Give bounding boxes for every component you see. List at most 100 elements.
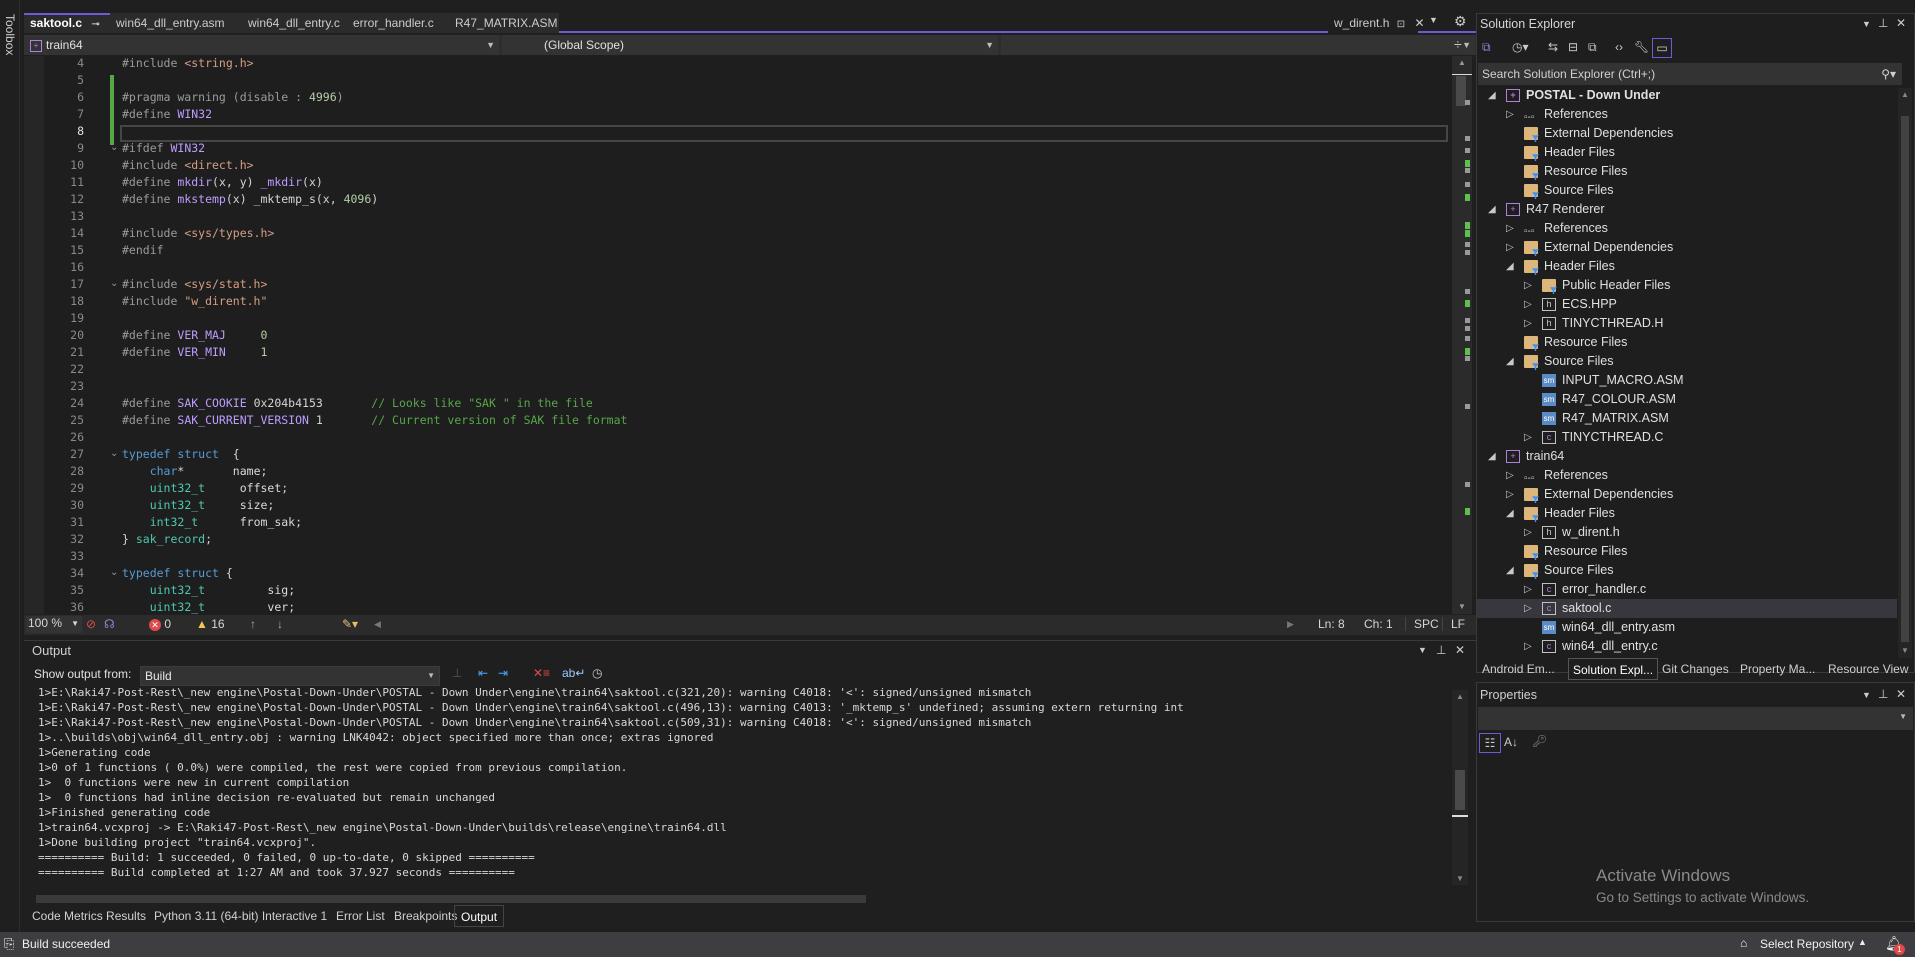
tab-breakpoints[interactable]: Breakpoints — [388, 905, 463, 927]
fold-chevron-icon[interactable]: ⌄ — [110, 448, 118, 459]
show-all-files-icon[interactable]: ⧉ — [1588, 40, 1597, 55]
go-to-previous-message-icon[interactable]: ⇤ — [478, 666, 488, 680]
tab-error-handler-c[interactable]: error_handler.c — [347, 13, 449, 33]
tree-item[interactable]: Resource Files — [1477, 333, 1897, 352]
split-editor-icon[interactable]: ÷ — [1454, 36, 1462, 52]
close-icon[interactable]: ✕ — [1896, 16, 1906, 30]
code-line[interactable]: #pragma warning (disable : 4996) — [122, 90, 344, 104]
pin-icon[interactable]: ⊥ — [1878, 16, 1888, 30]
clear-all-icon[interactable]: ✕≡ — [533, 666, 550, 680]
property-pages-icon[interactable]: 🔑︎ — [1532, 734, 1547, 748]
tree-item[interactable]: ◢ Source Files — [1477, 352, 1897, 371]
panel-options-icon[interactable]: ▼ — [1418, 645, 1427, 655]
preview-selected-items-icon[interactable]: ▭ — [1652, 38, 1672, 58]
tree-item[interactable]: ◢ Source Files — [1477, 561, 1897, 580]
properties-wrench-icon[interactable]: 🔧︎ — [1634, 40, 1649, 54]
code-line[interactable]: char* name; — [122, 464, 268, 478]
code-line[interactable]: #include <sys/stat.h> — [122, 277, 267, 291]
code-line[interactable]: #define WIN32 — [122, 107, 212, 121]
tab-code-metrics-results[interactable]: Code Metrics Results — [26, 905, 152, 927]
error-count[interactable]: ✕ 0 — [149, 617, 171, 631]
collapse-all-icon[interactable]: ⊟ — [1568, 40, 1578, 54]
next-issue-icon[interactable]: ↓ — [277, 617, 283, 631]
scroll-thumb[interactable] — [1901, 116, 1909, 642]
expand-arrow-icon[interactable]: ▷ — [1506, 105, 1514, 124]
tree-item[interactable]: ▷ c win64_dll_entry.c — [1477, 637, 1897, 656]
tree-item[interactable]: ▷ External Dependencies — [1477, 485, 1897, 504]
code-line[interactable]: #ifdef WIN32 — [122, 141, 205, 155]
whitespace-mode[interactable]: SPC — [1405, 617, 1439, 631]
scroll-down-icon[interactable]: ▼ — [1901, 646, 1909, 655]
tree-item[interactable]: ◢ Header Files — [1477, 504, 1897, 523]
code-line[interactable]: uint32_t offset; — [122, 481, 289, 495]
tree-item[interactable]: sm R47_MATRIX.ASM — [1477, 409, 1897, 428]
toolbox-strip[interactable]: Toolbox — [0, 0, 20, 940]
keep-open-icon[interactable]: ⊡ — [1397, 19, 1405, 30]
scroll-up-icon[interactable]: ▲ — [1901, 90, 1909, 99]
tree-item[interactable]: ▷ h w_dirent.h — [1477, 523, 1897, 542]
scroll-up-icon[interactable]: ▲ — [1456, 692, 1464, 701]
tab-r47-matrix-asm[interactable]: R47_MATRIX.ASM — [449, 13, 559, 33]
expand-arrow-icon[interactable]: ▷ — [1524, 276, 1532, 295]
fold-chevron-icon[interactable]: ⌄ — [110, 142, 118, 153]
tree-item[interactable]: ▷ h TINYCTHREAD.H — [1477, 314, 1897, 333]
tree-item[interactable]: Source Files — [1477, 181, 1897, 200]
output-source-dropdown[interactable]: Build ▼ — [140, 666, 440, 686]
scroll-thumb[interactable] — [1455, 770, 1465, 810]
code-line[interactable]: #define SAK_COOKIE 0x204b4153 // Looks l… — [122, 396, 593, 410]
tree-item[interactable]: ▷ c TINYCTHREAD.C — [1477, 428, 1897, 447]
scroll-up-icon[interactable]: ▲ — [1458, 58, 1466, 67]
code-cleanup-icon[interactable]: ✎▾ — [342, 617, 358, 631]
tab-android-em[interactable]: Android Em... — [1478, 658, 1559, 680]
collapse-arrow-icon[interactable]: ◢ — [1488, 447, 1496, 466]
warning-count[interactable]: ▲ 16 — [196, 617, 225, 631]
tree-item[interactable]: sm win64_dll_entry.asm — [1477, 618, 1897, 637]
pending-changes-filter-icon[interactable]: ◷▾ — [1512, 40, 1529, 54]
clock-icon[interactable]: ◷ — [592, 666, 602, 680]
fold-chevron-icon[interactable]: ⌄ — [110, 567, 118, 578]
expand-arrow-icon[interactable]: ▷ — [1506, 238, 1514, 257]
tree-item[interactable]: ▷ External Dependencies — [1477, 238, 1897, 257]
collapse-arrow-icon[interactable]: ◢ — [1488, 200, 1496, 219]
previous-issue-icon[interactable]: ↑ — [250, 617, 256, 631]
view-code-icon[interactable]: ‹› — [1615, 40, 1623, 54]
pin-icon[interactable]: ⊥ — [1436, 643, 1446, 657]
output-vertical-scrollbar[interactable]: ▲ ▼ — [1452, 690, 1468, 885]
pin-icon[interactable]: ⊸ — [91, 19, 99, 30]
toolbox-label[interactable]: Toolbox — [3, 14, 17, 55]
tree-item[interactable]: sm R47_COLOUR.ASM — [1477, 390, 1897, 409]
member-dropdown[interactable]: ▼ — [1001, 35, 1475, 55]
intellicode-icon[interactable]: ☊ — [104, 617, 115, 631]
tab-error-list[interactable]: Error List — [330, 905, 391, 927]
tab-list-dropdown-icon[interactable]: ▼ — [1429, 15, 1438, 25]
tree-item[interactable]: ▷ ▫-▫ References — [1477, 219, 1897, 238]
tab-resource-view[interactable]: Resource View — [1824, 658, 1912, 680]
tab-property-ma[interactable]: Property Ma... — [1736, 658, 1819, 680]
code-line[interactable]: uint32_t ver; — [122, 600, 295, 614]
expand-arrow-icon[interactable]: ▷ — [1524, 428, 1532, 447]
solution-explorer-search[interactable]: Search Solution Explorer (Ctrl+;) ⚲▾ — [1478, 63, 1902, 85]
tree-item[interactable]: Resource Files — [1477, 162, 1897, 181]
code-line[interactable]: #define mkstemp(x) _mktemp_s(x, 4096) — [122, 192, 378, 206]
panel-options-icon[interactable]: ▼ — [1862, 690, 1871, 700]
editor-vertical-scrollbar[interactable]: ▲ ▼ — [1452, 56, 1472, 614]
code-line[interactable]: #include <direct.h> — [122, 158, 254, 172]
tab-win64-dll-entry-c[interactable]: win64_dll_entry.c — [242, 13, 347, 33]
tab-python-3-11-64-bit-interactive-1[interactable]: Python 3.11 (64-bit) Interactive 1 — [148, 905, 333, 927]
expand-arrow-icon[interactable]: ▷ — [1524, 599, 1532, 618]
collapse-arrow-icon[interactable]: ◢ — [1506, 257, 1514, 276]
tab-git-changes[interactable]: Git Changes — [1658, 658, 1733, 680]
scope-dropdown[interactable]: (Global Scope) ▼ — [502, 35, 998, 55]
expand-arrow-icon[interactable]: ▷ — [1524, 580, 1532, 599]
code-line[interactable]: typedef struct { — [122, 566, 233, 580]
close-icon[interactable]: ✕ — [1455, 643, 1465, 657]
scroll-down-icon[interactable]: ▼ — [1458, 602, 1466, 611]
tree-item[interactable]: ◢ Header Files — [1477, 257, 1897, 276]
tree-item[interactable]: Resource Files — [1477, 542, 1897, 561]
code-line[interactable]: } sak_record; — [122, 532, 212, 546]
tab-win64-dll-entry-asm[interactable]: win64_dll_entry.asm — [110, 13, 242, 33]
collapse-arrow-icon[interactable]: ◢ — [1506, 561, 1514, 580]
code-line[interactable]: #define mkdir(x, y) _mkdir(x) — [122, 175, 323, 189]
expand-arrow-icon[interactable]: ▷ — [1524, 295, 1532, 314]
collapse-arrow-icon[interactable]: ◢ — [1506, 504, 1514, 523]
